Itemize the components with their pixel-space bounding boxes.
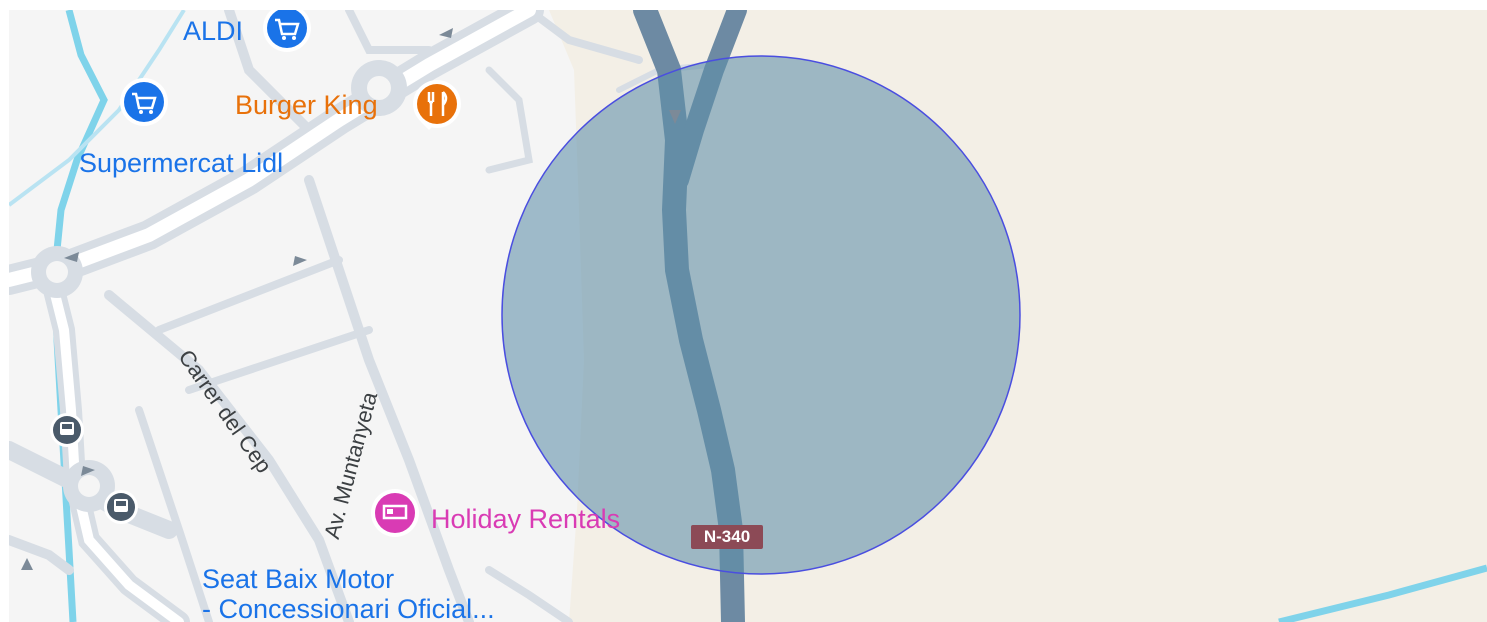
road-shield-n340: N-340 xyxy=(691,525,763,549)
poi-label-supermercat-lidl[interactable]: Supermercat Lidl xyxy=(79,150,283,177)
poi-label-holiday-rentals[interactable]: Holiday Rentals xyxy=(431,506,620,533)
holiday-rentals-marker[interactable] xyxy=(371,489,419,537)
roundabout-center xyxy=(78,475,100,497)
poi-label-burger-king[interactable]: Burger King xyxy=(235,92,378,119)
supermercat-lidl-marker[interactable] xyxy=(120,78,168,126)
map-view[interactable]: ALDI Burger King Supermercat Lidl Holida… xyxy=(9,10,1487,622)
poi-label-seat-baix-motor[interactable]: Seat Baix Motor xyxy=(202,566,394,593)
poi-label-concessionari[interactable]: - Concessionari Oficial... xyxy=(202,596,495,622)
roundabout-center xyxy=(46,261,68,283)
bus-stop-marker[interactable] xyxy=(50,413,84,447)
bus-stop-marker[interactable] xyxy=(104,490,138,524)
poi-label-aldi[interactable]: ALDI xyxy=(183,18,243,45)
search-radius-circle[interactable] xyxy=(501,55,1021,575)
